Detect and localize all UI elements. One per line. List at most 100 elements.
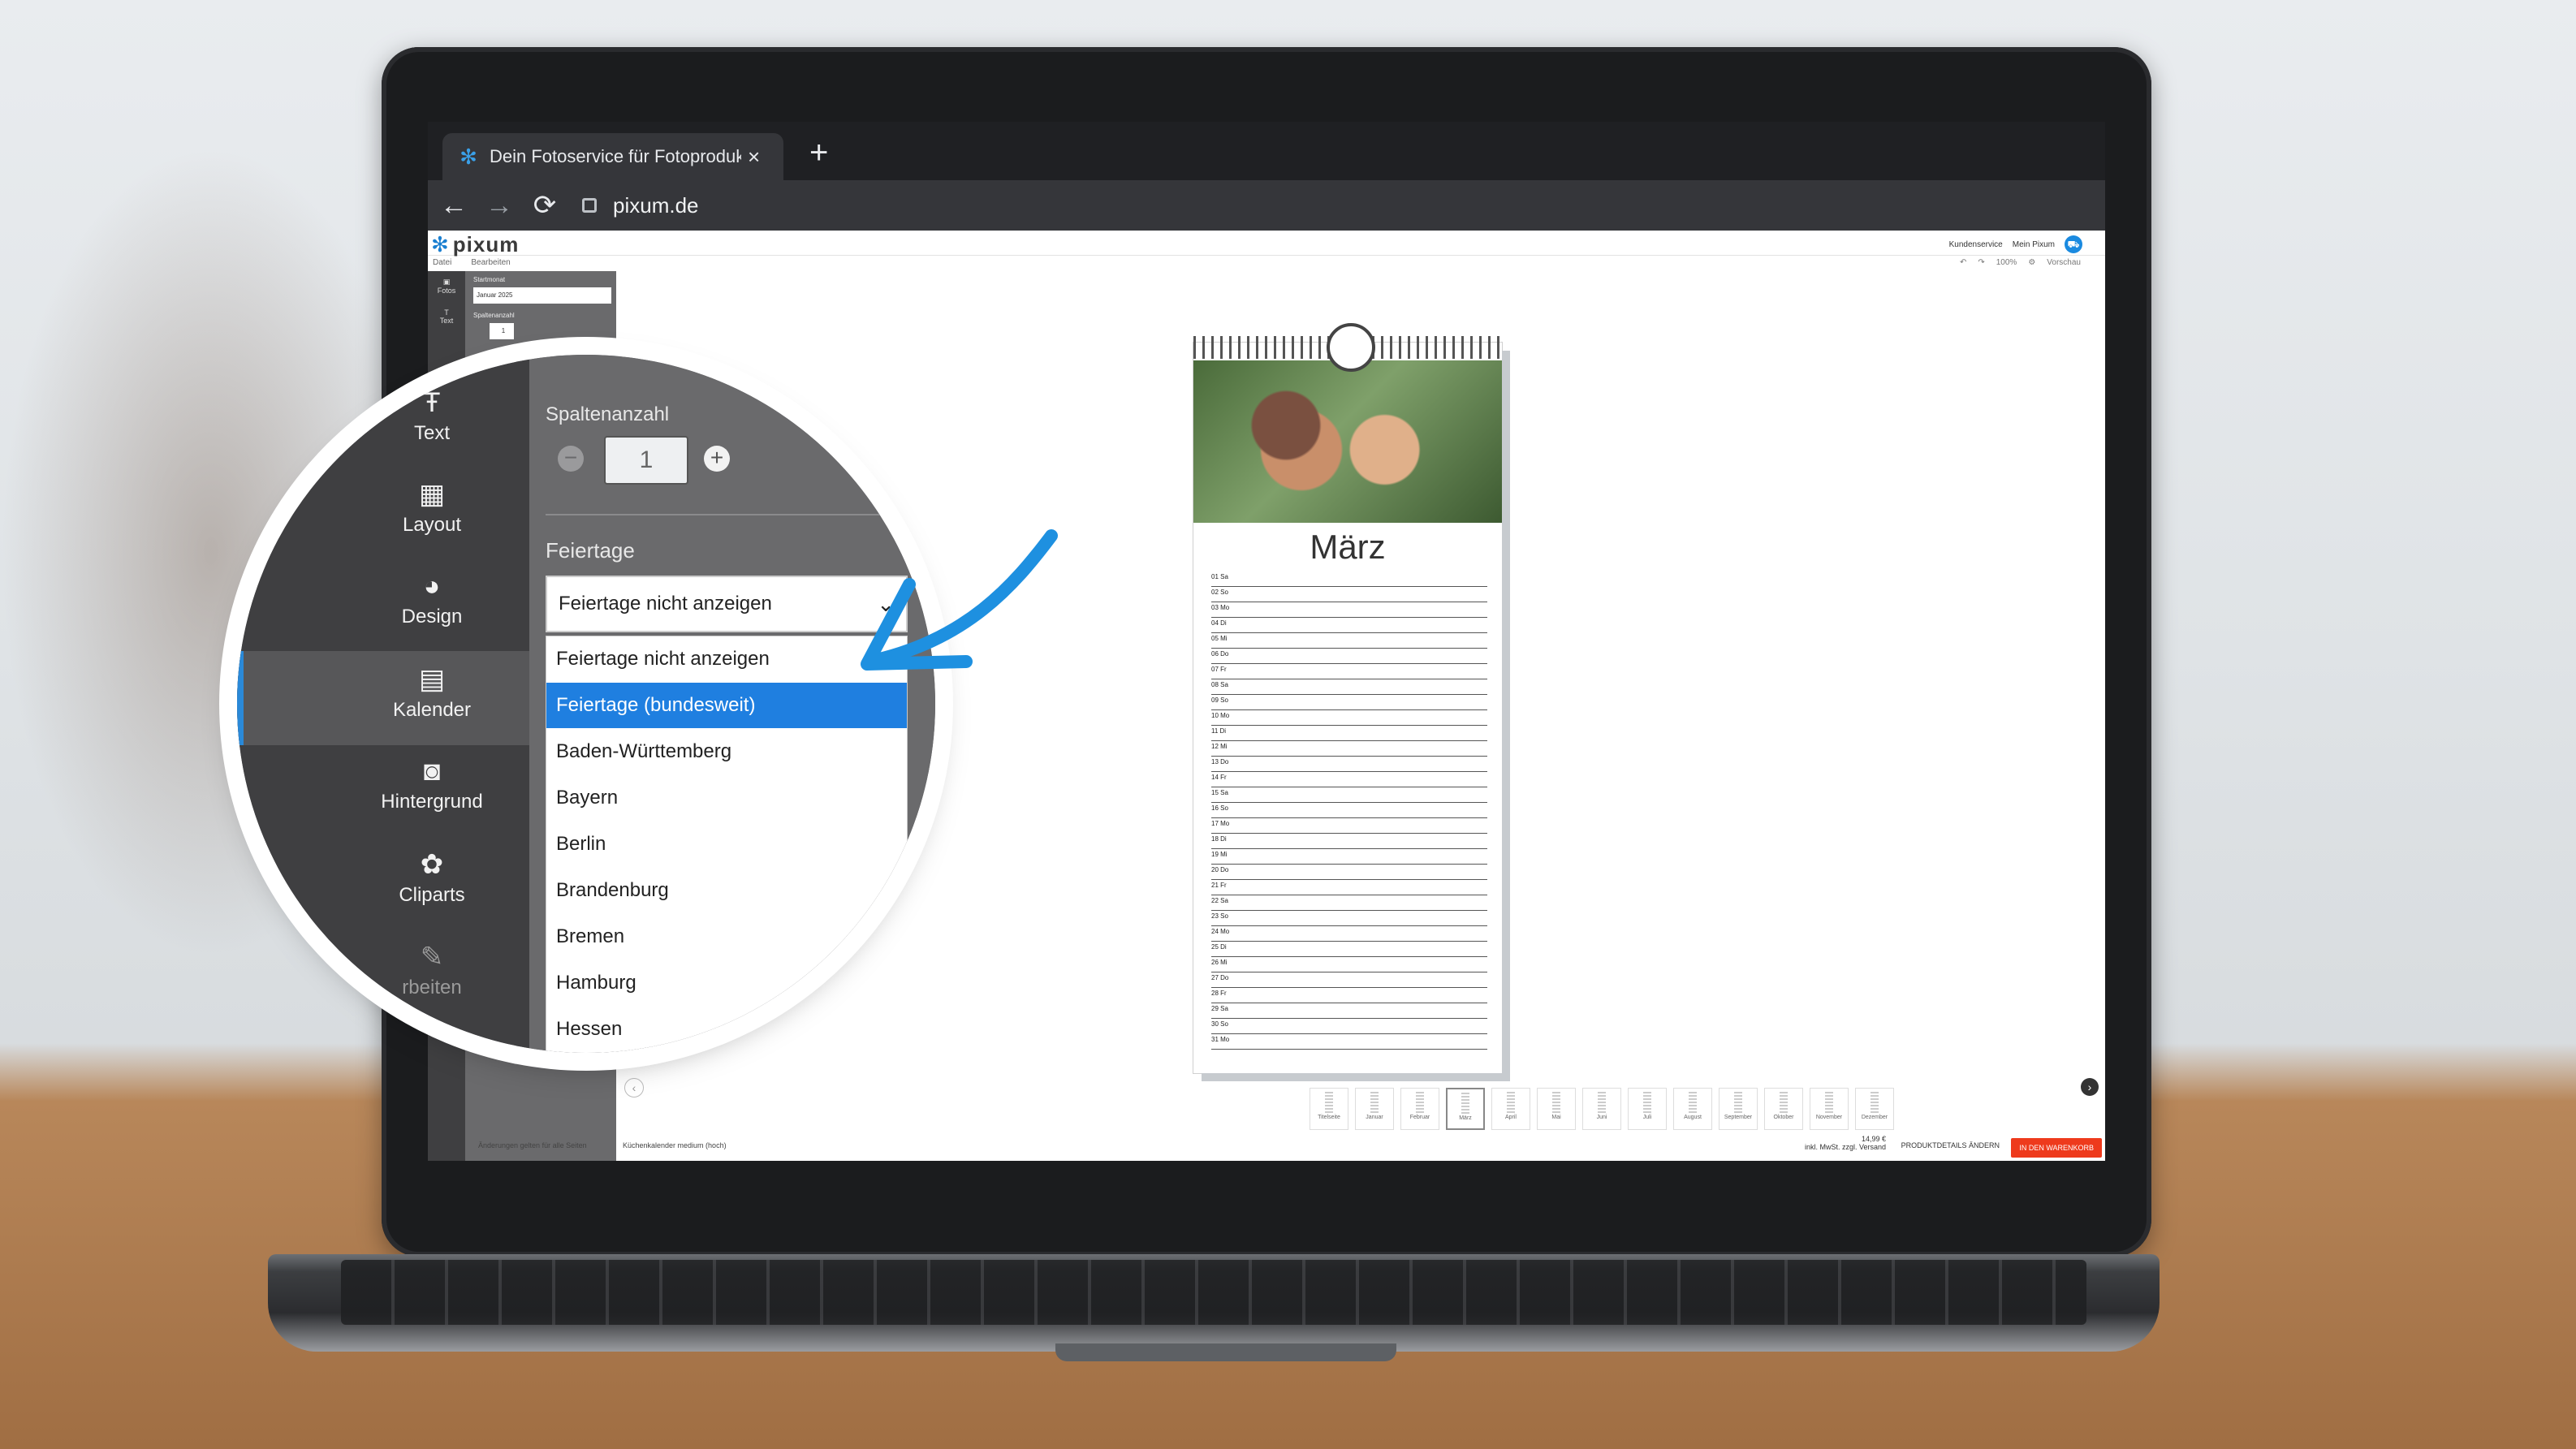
- filmstrip-thumb[interactable]: Dezember: [1855, 1088, 1894, 1130]
- browser-tab[interactable]: ✻ Dein Fotoservice für Fotoprodukte ×: [442, 133, 783, 180]
- nav-edit[interactable]: ✎ rbeiten: [351, 941, 513, 999]
- thumb-preview: [1598, 1092, 1606, 1113]
- holidays-option[interactable]: Hessen: [546, 1007, 907, 1052]
- nav-layout[interactable]: ▦ Layout: [351, 478, 513, 537]
- filmstrip-thumb[interactable]: März: [1446, 1088, 1485, 1130]
- url-field[interactable]: pixum.de: [582, 188, 699, 222]
- calendar-day-row: 21 Fr: [1211, 880, 1487, 895]
- undo-icon[interactable]: ↶: [1960, 255, 1966, 271]
- calendar-month-title: März: [1310, 528, 1386, 566]
- holidays-option[interactable]: Hamburg: [546, 960, 907, 1006]
- settings-icon[interactable]: ⚙: [2028, 255, 2035, 271]
- thumb-preview: [1734, 1092, 1742, 1113]
- rail-item-text[interactable]: T Text: [428, 308, 465, 325]
- pixum-logo[interactable]: ✻ pixum: [431, 232, 519, 257]
- cart-icon[interactable]: ⛟: [2065, 235, 2082, 253]
- nav-design[interactable]: ◕ Design: [351, 571, 513, 628]
- columns-increment-icon[interactable]: +: [704, 446, 730, 472]
- calendar-day-row: 10 Mo: [1211, 710, 1487, 726]
- calendar-icon: ▤: [418, 664, 446, 695]
- filmstrip-thumb[interactable]: Titelseite: [1310, 1088, 1348, 1130]
- my-pixum-link[interactable]: Mein Pixum: [2013, 240, 2055, 249]
- text-icon: Ŧ: [423, 387, 441, 418]
- filmstrip-thumb[interactable]: August: [1673, 1088, 1712, 1130]
- callout-arrow-icon: [861, 529, 1058, 671]
- columns-input[interactable]: 1: [604, 436, 688, 485]
- calendar-day-row: 19 Mi: [1211, 849, 1487, 865]
- thumb-preview: [1643, 1092, 1651, 1113]
- menu-file[interactable]: Datei: [433, 258, 451, 267]
- url-text: pixum.de: [613, 193, 699, 218]
- holidays-option[interactable]: Brandenburg: [546, 868, 907, 913]
- thumb-label: Juni: [1596, 1115, 1607, 1120]
- redo-icon[interactable]: ↷: [1978, 255, 1984, 271]
- calendar-day-row: 06 Do: [1211, 649, 1487, 664]
- holidays-dropdown: Feiertage nicht anzeigen Feiertage (bunde…: [546, 636, 908, 1053]
- calendar-day-row: 27 Do: [1211, 972, 1487, 988]
- text-icon: T: [444, 308, 449, 317]
- thumb-label: Oktober: [1773, 1115, 1794, 1120]
- filmstrip-thumb[interactable]: Juli: [1628, 1088, 1667, 1130]
- thumb-preview: [1552, 1092, 1560, 1113]
- holidays-option[interactable]: Bayern: [546, 775, 907, 821]
- calendar-day-row: 13 Do: [1211, 757, 1487, 772]
- pixum-star-icon: ✻: [431, 232, 450, 257]
- columns-value-mini[interactable]: 1: [490, 323, 514, 339]
- add-to-cart-button[interactable]: IN DEN WARENKORB: [2011, 1138, 2102, 1158]
- lock-icon: [582, 198, 597, 213]
- thumb-label: Titelseite: [1318, 1115, 1340, 1120]
- holidays-option[interactable]: Baden-Württemberg: [546, 729, 907, 774]
- holidays-option[interactable]: Bremen: [546, 914, 907, 960]
- palette-icon: ◕: [423, 571, 441, 602]
- page-filmstrip: Titelseite Januar Februar März April Mai Juni J…: [616, 1083, 2105, 1132]
- columns-decrement-icon[interactable]: −: [558, 446, 584, 472]
- calendar-day-row: 07 Fr: [1211, 664, 1487, 679]
- back-arrow-icon[interactable]: ←: [438, 185, 470, 226]
- calendar-day-row: 28 Fr: [1211, 988, 1487, 1003]
- thumb-label: Januar: [1366, 1115, 1383, 1120]
- filmstrip-thumb[interactable]: September: [1719, 1088, 1758, 1130]
- tab-title: Dein Fotoservice für Fotoprodukte: [490, 146, 741, 166]
- filmstrip-thumb[interactable]: Oktober: [1764, 1088, 1803, 1130]
- forward-arrow-icon[interactable]: →: [483, 185, 516, 226]
- filmstrip-thumb[interactable]: Mai: [1537, 1088, 1576, 1130]
- thumb-label: Mai: [1551, 1115, 1561, 1120]
- nav-calendar[interactable]: ▤ Kalender: [351, 663, 513, 722]
- nav-text[interactable]: Ŧ Text: [351, 387, 513, 445]
- new-tab-icon[interactable]: +: [809, 136, 828, 169]
- holidays-option[interactable]: Berlin: [546, 822, 907, 867]
- calendar-day-row: 09 So: [1211, 695, 1487, 710]
- calendar-day-row: 05 Mi: [1211, 633, 1487, 649]
- reload-icon[interactable]: ⟳: [529, 185, 561, 226]
- calendar-day-row: 15 Sa: [1211, 787, 1487, 803]
- menu-edit[interactable]: Bearbeiten: [471, 258, 510, 267]
- address-bar: ← → ⟳ pixum.de: [428, 180, 2105, 231]
- thumb-label: September: [1724, 1115, 1753, 1120]
- customer-service-link[interactable]: Kundenservice: [1949, 240, 2003, 249]
- thumb-preview: [1780, 1092, 1788, 1113]
- zoom-select[interactable]: 100%: [1996, 255, 2017, 271]
- nav-cliparts[interactable]: ✿ Cliparts: [351, 848, 513, 907]
- preview-button[interactable]: Vorschau: [2047, 255, 2081, 271]
- close-tab-icon[interactable]: ×: [748, 144, 760, 170]
- filmstrip-thumb[interactable]: November: [1810, 1088, 1849, 1130]
- calendar-day-row: 17 Mo: [1211, 818, 1487, 834]
- filmstrip-thumb[interactable]: Januar: [1355, 1088, 1394, 1130]
- calendar-photo[interactable]: [1193, 360, 1502, 523]
- filmstrip-thumb[interactable]: April: [1491, 1088, 1530, 1130]
- holidays-label: Feiertage: [546, 538, 635, 563]
- thumb-preview: [1689, 1092, 1697, 1113]
- menu-bar: Datei Bearbeiten: [428, 255, 2105, 271]
- calendar-day-row: 20 Do: [1211, 865, 1487, 880]
- rail-item-photos[interactable]: ▣ Fotos: [428, 278, 465, 295]
- filmstrip-thumb[interactable]: Februar: [1400, 1088, 1439, 1130]
- calendar-day-row: 16 So: [1211, 803, 1487, 818]
- magnifier-bubble: Ŧ Text ▦ Layout ◕ Design ▤ Kalender ◙ Hinterg…: [237, 355, 935, 1053]
- product-details-link[interactable]: PRODUKTDETAILS ÄNDERN: [1901, 1141, 2000, 1149]
- app-header: ✻ pixum Kundenservice Mein Pixum ⛟: [428, 231, 2105, 257]
- thumb-label: November: [1815, 1115, 1843, 1120]
- filmstrip-thumb[interactable]: Juni: [1582, 1088, 1621, 1130]
- browser-tabbar: ✻ Dein Fotoservice für Fotoprodukte × +: [428, 122, 2105, 180]
- nav-background[interactable]: ◙ Hintergrund: [351, 756, 513, 813]
- start-month-select[interactable]: Januar 2025: [473, 287, 611, 304]
